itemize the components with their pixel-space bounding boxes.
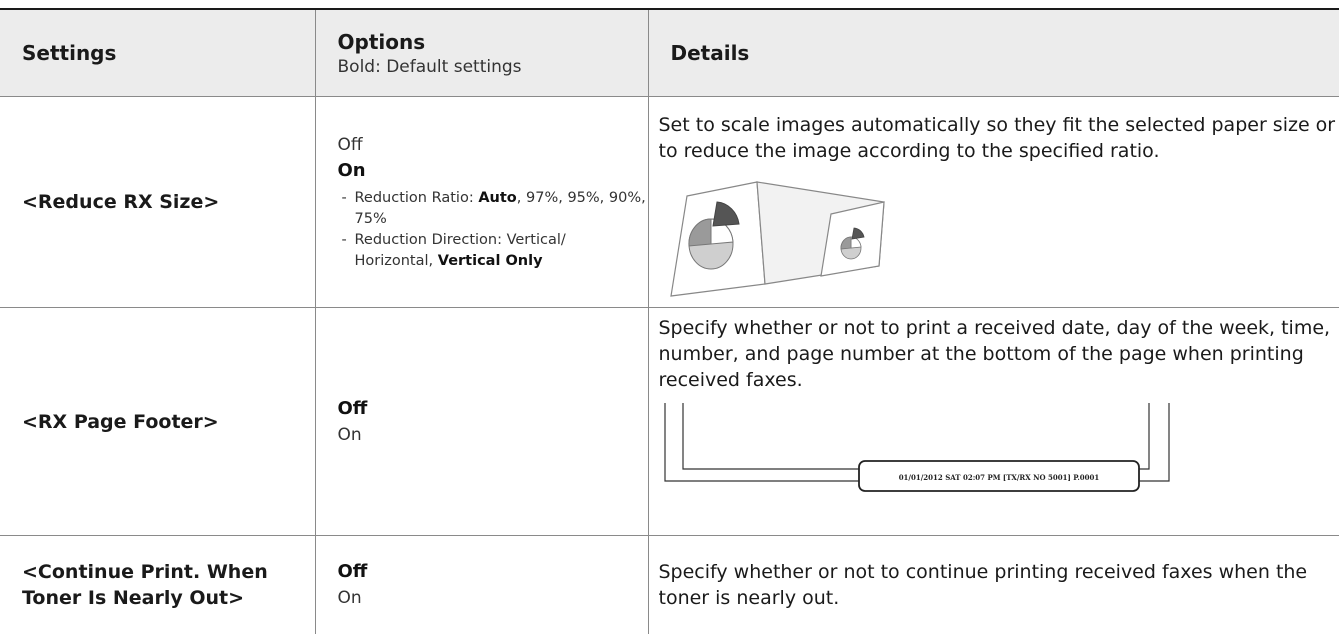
table-row: <Reduce RX Size> Off On Reduction Ratio:… xyxy=(0,96,1339,308)
footer-sample-text: 01/01/2012 SAT 02:07 PM [TX/RX NO 5001] … xyxy=(898,473,1099,482)
reduce-size-illustration xyxy=(669,181,885,297)
details-cell: Specify whether or not to print a receiv… xyxy=(647,307,1339,536)
details-cell: Specify whether or not to continue print… xyxy=(647,535,1339,634)
sub-option-ratio-default: Auto xyxy=(478,190,517,206)
header-settings: Settings xyxy=(0,10,315,97)
table-row: <Continue Print. When Toner Is Nearly Ou… xyxy=(0,535,1339,634)
header-options-note: Bold: Default settings xyxy=(337,56,522,77)
option-off-default: Off xyxy=(337,397,368,419)
page-footer-illustration: 01/01/2012 SAT 02:07 PM [TX/RX NO 5001] … xyxy=(663,403,1170,492)
option-on: On xyxy=(337,587,362,608)
option-on-default: On xyxy=(337,160,366,181)
option-off-default: Off xyxy=(337,560,368,582)
options-cell: Off On Reduction Ratio: Auto, 97%, 95%, … xyxy=(314,96,648,308)
settings-table: Settings Options Bold: Default settings … xyxy=(0,10,1339,634)
sub-option-ratio-label: Reduction Ratio: xyxy=(354,190,479,206)
table-header-row: Settings Options Bold: Default settings … xyxy=(0,10,1339,97)
sub-option-direction-default: Vertical Only xyxy=(437,253,543,269)
setting-name: <RX Page Footer> xyxy=(0,307,315,536)
header-options-label: Options xyxy=(337,29,426,54)
sub-options-list: Reduction Ratio: Auto, 97%, 95%, 90%, 75… xyxy=(338,188,647,272)
table-row: <RX Page Footer> Off On Specify whether … xyxy=(0,307,1339,536)
header-details: Details xyxy=(647,10,1339,97)
option-off: Off xyxy=(337,135,363,155)
options-cell: Off On xyxy=(314,535,648,634)
setting-name: <Continue Print. When Toner Is Nearly Ou… xyxy=(0,535,315,634)
option-on: On xyxy=(337,424,362,445)
options-cell: Off On xyxy=(314,307,648,536)
sub-option-ratio: Reduction Ratio: Auto, 97%, 95%, 90%, 75… xyxy=(338,188,647,230)
details-text: Set to scale images automatically so the… xyxy=(658,114,1336,162)
details-text: Specify whether or not to continue print… xyxy=(658,560,1308,609)
details-text: Specify whether or not to print a receiv… xyxy=(658,317,1331,391)
sub-option-direction: Reduction Direction: Vertical/ Horizonta… xyxy=(338,230,647,272)
setting-name: <Reduce RX Size> xyxy=(0,96,315,308)
header-options: Options Bold: Default settings xyxy=(314,10,648,97)
details-cell: Set to scale images automatically so the… xyxy=(647,96,1339,308)
